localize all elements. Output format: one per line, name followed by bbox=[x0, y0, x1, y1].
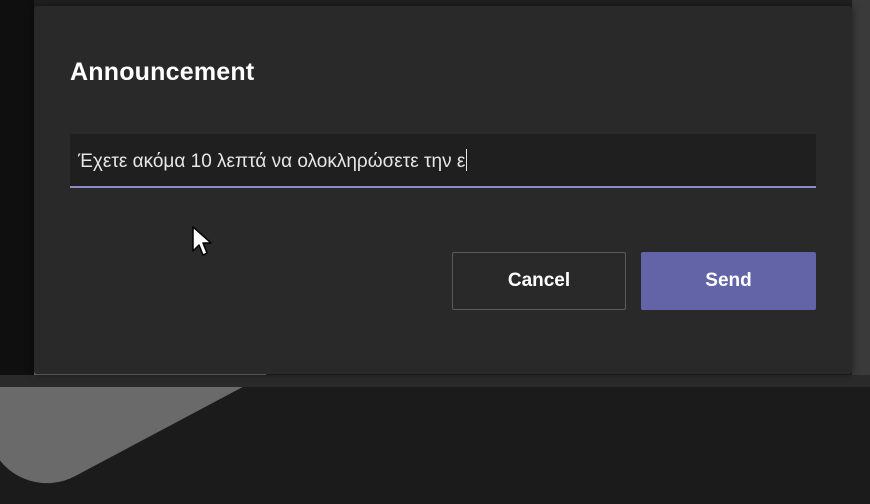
announcement-message-text: Έχετε ακόμα 10 λεπτά να ολοκληρώσετε την… bbox=[78, 151, 466, 172]
cancel-button-label: Cancel bbox=[507, 270, 571, 291]
text-caret bbox=[466, 149, 468, 171]
backdrop-left-edge bbox=[0, 0, 34, 387]
backdrop-right-edge bbox=[852, 0, 870, 387]
announcement-dialog: Announcement Έχετε ακόμα 10 λεπτά να ολο… bbox=[34, 6, 852, 374]
send-button-label: Send bbox=[705, 270, 752, 291]
dialog-title: Announcement bbox=[70, 58, 255, 86]
send-button[interactable]: Send bbox=[641, 252, 816, 310]
cancel-button[interactable]: Cancel bbox=[452, 252, 626, 310]
mouse-pointer-icon bbox=[192, 226, 212, 256]
backdrop-bottom-edge bbox=[0, 375, 870, 387]
announcement-message-input[interactable]: Έχετε ακόμα 10 λεπτά να ολοκληρώσετε την… bbox=[70, 134, 816, 188]
announcement-message-value[interactable]: Έχετε ακόμα 10 λεπτά να ολοκληρώσετε την… bbox=[78, 149, 468, 173]
